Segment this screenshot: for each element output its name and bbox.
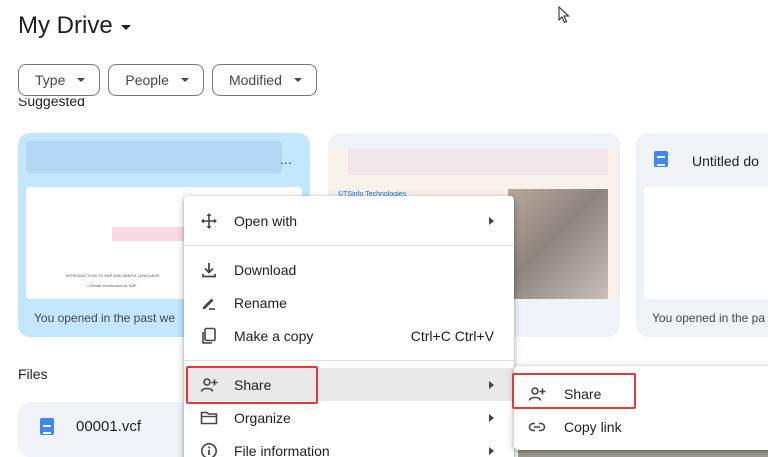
download-icon (200, 261, 218, 279)
menu-item-share[interactable]: Share (184, 368, 514, 401)
menu-item-label: Organize (234, 409, 291, 426)
chevron-right-icon (489, 216, 494, 225)
card-name (26, 141, 282, 173)
menu-item-label: Share (234, 376, 272, 393)
card-title: Untitled do (692, 153, 759, 169)
menu-item-label: Make a copy (234, 327, 314, 344)
suggested-card[interactable]: Untitled do You opened in the pa (636, 133, 768, 337)
chevron-down-icon (120, 25, 131, 30)
submenu-item-label: Copy link (564, 418, 622, 435)
folder-icon (200, 409, 218, 427)
submenu-item-label: Share (564, 385, 602, 402)
menu-item-label: Open with (234, 212, 298, 229)
copy-icon (200, 327, 218, 345)
preview-band (348, 149, 608, 175)
chevron-down-icon (180, 78, 189, 82)
menu-item-open-with[interactable]: Open with (184, 204, 514, 237)
card-activity: You opened in the pa (652, 311, 765, 325)
submenu-item-share[interactable]: Share (514, 377, 768, 410)
modified-filter-chip[interactable]: Modified (211, 64, 317, 96)
open-with-icon (200, 212, 218, 230)
page-title-text: My Drive (18, 12, 113, 39)
type-filter-chip[interactable]: Type (18, 64, 101, 96)
preview-text: INTRODUCTION TO SAP AND ABAP/4 LANGUAGE (66, 273, 160, 278)
chevron-down-icon (293, 78, 302, 82)
file-name: 00001.vcf (76, 418, 142, 435)
context-menu: Open with Download Rename Make a copy Ct… (184, 196, 514, 457)
chevron-right-icon (489, 413, 494, 422)
menu-item-shortcut: Ctrl+C Ctrl+V (410, 327, 494, 344)
file-icon (40, 418, 54, 435)
file-thumbnail (518, 450, 768, 457)
menu-item-label: File information (234, 442, 330, 457)
card-preview (644, 187, 768, 299)
suggested-heading: Suggested (18, 98, 85, 109)
chevron-down-icon (77, 78, 86, 82)
chevron-right-icon (489, 446, 494, 455)
chip-label: Modified (228, 72, 282, 88)
preview-photo (508, 189, 608, 299)
people-filter-chip[interactable]: People (108, 64, 204, 96)
page-title[interactable]: My Drive (18, 12, 131, 40)
chip-label: People (125, 72, 169, 88)
menu-divider (184, 245, 514, 246)
card-activity: You opened in the past we (34, 311, 176, 325)
menu-item-label: Download (234, 261, 297, 278)
mouse-cursor-icon (558, 6, 570, 24)
files-heading: Files (18, 366, 48, 382)
chevron-right-icon (489, 380, 494, 389)
submenu-item-copy-link[interactable]: Copy link (514, 410, 768, 443)
menu-divider (184, 360, 514, 361)
menu-item-download[interactable]: Download (184, 253, 514, 286)
menu-item-file-information[interactable]: File information (184, 434, 514, 457)
rename-icon (200, 294, 218, 312)
google-docs-icon (654, 151, 668, 167)
menu-item-organize[interactable]: Organize (184, 401, 514, 434)
link-icon (528, 418, 546, 436)
share-submenu: Share Copy link (514, 366, 768, 450)
chip-label: Type (35, 72, 66, 88)
menu-item-make-a-copy[interactable]: Make a copy Ctrl+C Ctrl+V (184, 319, 514, 352)
filter-chips: Type People Modified (18, 64, 317, 96)
more-options-icon[interactable]: ... (280, 151, 292, 167)
preview-text: • Overall introduction to SAP (86, 283, 137, 288)
share-icon (528, 385, 546, 403)
menu-item-label: Rename (234, 294, 287, 311)
share-icon (200, 376, 218, 394)
info-icon (200, 442, 218, 457)
menu-item-rename[interactable]: Rename (184, 286, 514, 319)
